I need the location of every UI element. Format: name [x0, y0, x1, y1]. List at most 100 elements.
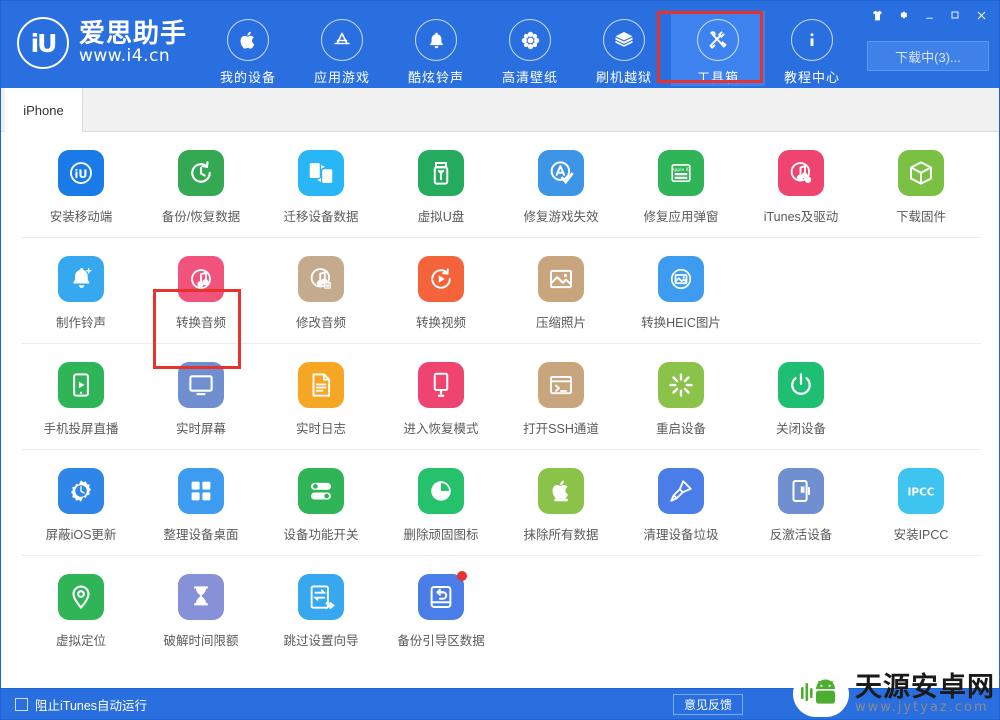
tool-reboot-device[interactable]: 重启设备 — [621, 358, 741, 449]
tool-label: 修改音频 — [295, 316, 346, 330]
brand-url: www.i4.cn — [79, 45, 171, 66]
organize-desktop-icon — [178, 468, 224, 514]
tool-label: 整理设备桌面 — [163, 528, 239, 542]
remove-icon-icon — [418, 468, 464, 514]
firmware-box-icon — [898, 150, 944, 196]
tool-convert-heic[interactable]: 转换HEIC图片 — [621, 252, 741, 343]
status-bar: 阻止iTunes自动运行 意见反馈 — [1, 688, 999, 719]
nav-item-flash-jailbreak[interactable]: 刷机越狱 — [577, 11, 671, 86]
tool-label: 转换HEIC图片 — [641, 316, 721, 330]
clean-junk-icon — [658, 468, 704, 514]
tool-shutdown-device[interactable]: 关闭设备 — [741, 358, 861, 449]
tool-remove-stubborn-icon[interactable]: 删除顽固图标 — [381, 464, 501, 555]
box-open-icon — [603, 19, 645, 61]
svg-text:iU: iU — [75, 168, 88, 181]
tool-download-firmware[interactable]: 下载固件 — [861, 146, 981, 237]
tool-compress-photo[interactable]: 压缩照片 — [501, 252, 621, 343]
tool-live-screen[interactable]: 实时屏幕 — [141, 358, 261, 449]
tool-crack-timelimit[interactable]: 破解时间限额 — [141, 570, 261, 661]
tool-label: 修复应用弹窗 — [643, 210, 719, 224]
reboot-device-icon — [658, 362, 704, 408]
i4-logo-icon: iU — [17, 17, 69, 69]
tool-recovery-mode[interactable]: 进入恢复模式 — [381, 358, 501, 449]
tool-fix-game[interactable]: 修复游戏失效 — [501, 146, 621, 237]
nav-item-toolbox[interactable]: 工具箱 — [671, 11, 765, 86]
tool-deactivate-device[interactable]: 反激活设备 — [741, 464, 861, 555]
tab-iphone[interactable]: iPhone — [5, 88, 83, 132]
tool-skip-setup[interactable]: 跳过设置向导 — [261, 570, 381, 661]
tool-virtual-location[interactable]: 虚拟定位 — [21, 570, 141, 661]
apple-icon — [227, 19, 269, 61]
tool-convert-video[interactable]: 转换视频 — [381, 252, 501, 343]
tool-live-log[interactable]: 实时日志 — [261, 358, 381, 449]
tool-install-ipcc[interactable]: IPCC 安装IPCC — [861, 464, 981, 555]
skin-icon[interactable] — [865, 5, 889, 25]
tool-feature-toggle[interactable]: 设备功能开关 — [261, 464, 381, 555]
block-itunes-option[interactable]: 阻止iTunes自动运行 — [15, 689, 148, 719]
tool-convert-audio[interactable]: 转换音频 — [141, 252, 261, 343]
tool-label: 制作铃声 — [55, 316, 106, 330]
nav-item-apps-games[interactable]: 应用游戏 — [295, 11, 389, 86]
tool-edit-audio[interactable]: 自 修改音频 — [261, 252, 381, 343]
tool-label: 打开SSH通道 — [523, 422, 599, 436]
backup-boot-icon — [418, 571, 467, 620]
tool-make-ringtone[interactable]: 制作铃声 — [21, 252, 141, 343]
brand-title: 爱思助手 — [79, 18, 188, 49]
tool-label: 虚拟定位 — [55, 634, 106, 648]
tool-screen-cast[interactable]: 手机投屏直播 — [21, 358, 141, 449]
minimize-icon[interactable] — [917, 5, 941, 25]
tool-virtual-usb[interactable]: 虚拟U盘 — [381, 146, 501, 237]
tool-label: 清理设备垃圾 — [643, 528, 719, 542]
tool-install-mobile[interactable]: iU 安装移动端 — [21, 146, 141, 237]
tool-migrate-data[interactable]: 迁移设备数据 — [261, 146, 381, 237]
tool-block-ios-update[interactable]: 屏蔽iOS更新 — [21, 464, 141, 555]
svg-text:自: 自 — [325, 281, 331, 289]
tool-erase-all-data[interactable]: 抹除所有数据 — [501, 464, 621, 555]
tool-label: 修复游戏失效 — [523, 210, 599, 224]
block-itunes-label: 阻止iTunes自动运行 — [35, 699, 148, 713]
svg-text:Apple ID: Apple ID — [671, 167, 691, 173]
convert-audio-icon — [178, 256, 224, 302]
toolbox-row: 手机投屏直播 实时屏幕 实时日志 进入恢复模式 打开SSH通道 重启设备 关闭设… — [21, 344, 981, 450]
nav-item-wallpapers[interactable]: 高清壁纸 — [483, 11, 577, 86]
tool-organize-desktop[interactable]: 整理设备桌面 — [141, 464, 261, 555]
tool-label: 屏蔽iOS更新 — [45, 528, 117, 542]
nav-item-ringtones[interactable]: 酷炫铃声 — [389, 11, 483, 86]
block-itunes-checkbox[interactable] — [15, 698, 28, 711]
nav-item-my-device[interactable]: 我的设备 — [201, 11, 295, 86]
tool-itunes-driver[interactable]: iTunes及驱动 — [741, 146, 861, 237]
tool-label: 重启设备 — [655, 422, 706, 436]
tool-label: 安装移动端 — [49, 210, 113, 224]
tool-label: 迁移设备数据 — [283, 210, 359, 224]
maximize-icon[interactable] — [943, 5, 967, 25]
nav-label: 酷炫铃声 — [407, 70, 464, 85]
close-icon[interactable] — [969, 5, 993, 25]
bell-icon — [415, 19, 457, 61]
settings-gear-icon[interactable] — [891, 5, 915, 25]
tool-ssh-tunnel[interactable]: 打开SSH通道 — [501, 358, 621, 449]
feedback-button[interactable]: 意见反馈 — [672, 694, 743, 715]
i4-app-icon: iU — [58, 150, 104, 196]
nav-label: 工具箱 — [696, 70, 739, 85]
tool-fix-app-popup[interactable]: Apple ID 修复应用弹窗 — [621, 146, 741, 237]
tool-backup-restore[interactable]: 备份/恢复数据 — [141, 146, 261, 237]
feature-toggle-icon — [298, 468, 344, 514]
tools-icon — [697, 19, 739, 61]
make-ringtone-icon — [58, 256, 104, 302]
nav-label: 我的设备 — [219, 70, 276, 85]
info-icon — [791, 19, 833, 61]
flower-icon — [509, 19, 551, 61]
tool-label: 备份/恢复数据 — [161, 210, 241, 224]
download-status-button[interactable]: 下载中(3)... — [867, 41, 989, 71]
nav-label: 高清壁纸 — [501, 70, 558, 85]
nav-label: 应用游戏 — [313, 70, 370, 85]
toolbox-row: 虚拟定位 破解时间限额 跳过设置向导 备份引导区数据 — [21, 556, 981, 661]
edit-audio-icon: 自 — [298, 256, 344, 302]
tool-backup-boot-data[interactable]: 备份引导区数据 — [381, 570, 501, 661]
tool-label: 进入恢复模式 — [403, 422, 479, 436]
tool-clean-junk[interactable]: 清理设备垃圾 — [621, 464, 741, 555]
recovery-mode-icon — [418, 362, 464, 408]
nav-item-tutorials[interactable]: 教程中心 — [765, 11, 859, 86]
deactivate-device-icon — [778, 468, 824, 514]
virtual-location-icon — [58, 574, 104, 620]
